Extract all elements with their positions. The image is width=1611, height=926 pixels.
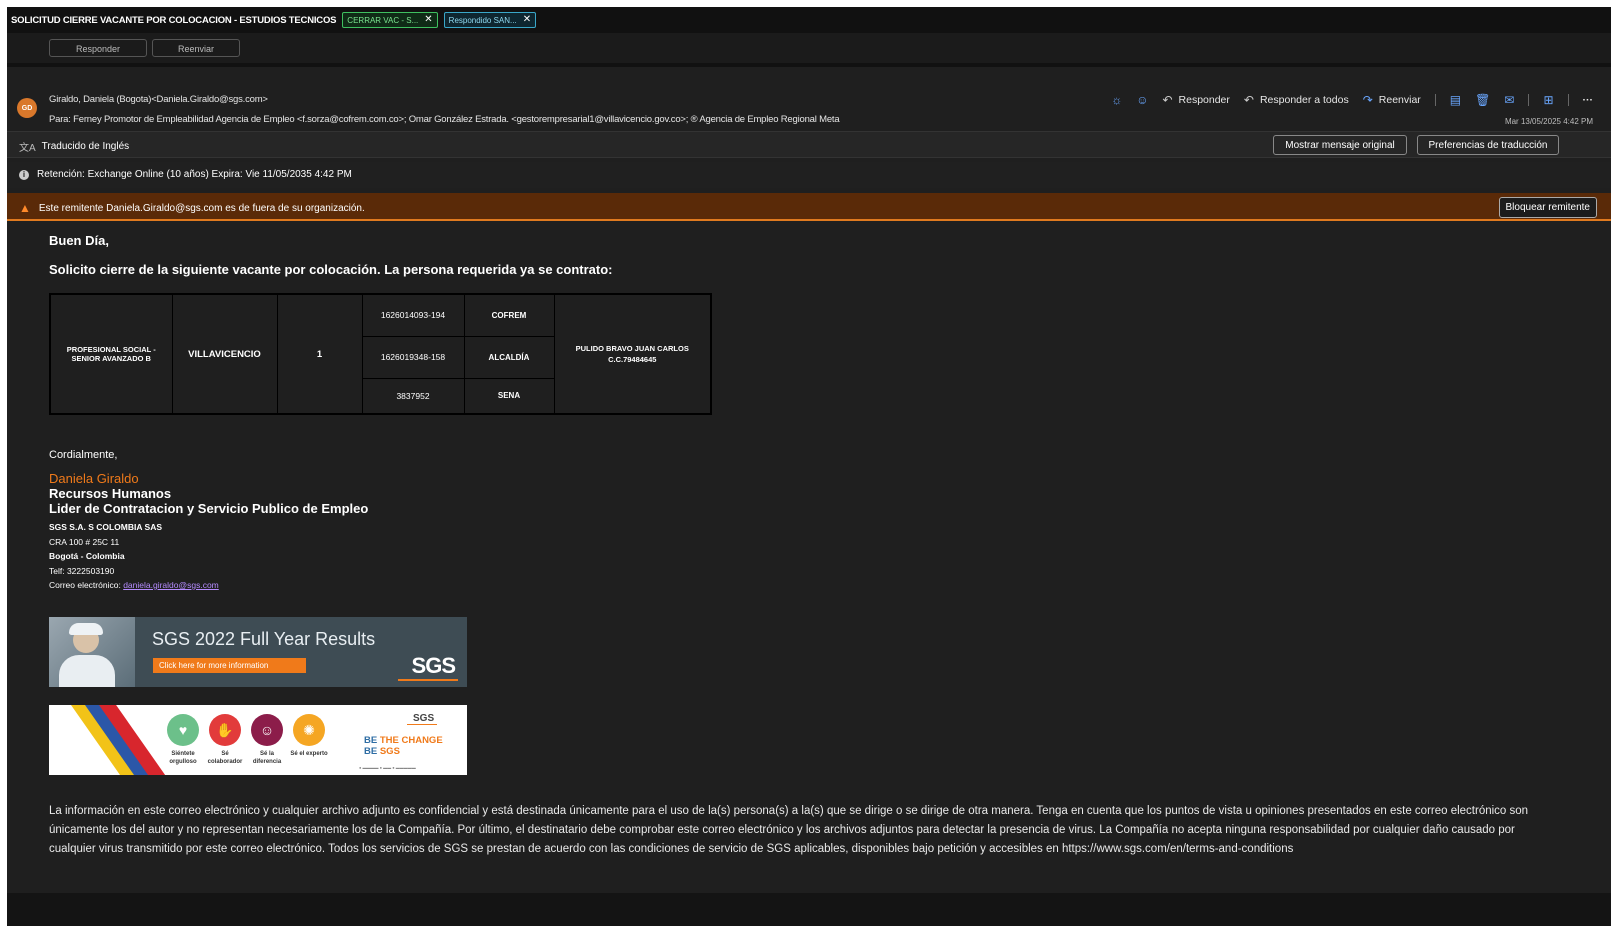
signature-role: Recursos Humanos Lider de Contratacion y… [49,486,368,516]
category-chip-cerrar[interactable]: CERRAR VAC - S... ✕ [342,12,438,28]
collaboration-icon: ✋ [209,714,241,746]
chip-label: CERRAR VAC - S... [347,15,419,25]
signature-details: SGS S.A. S COLOMBIA SAS CRA 100 # 25C 11… [49,520,219,593]
signature-dept: Recursos Humanos [49,486,172,501]
signature-name: Daniela Giraldo [49,471,139,486]
table-cell-person: PULIDO BRAVO JUAN CARLOS C.C.79484645 [553,293,712,415]
slogan: BE THE CHANGE BE SGS [364,735,443,757]
banner-cta-button[interactable]: Click here for more information [153,658,306,673]
table-cell-quantity: 1 [276,293,363,415]
value-label: Siéntete orgulloso [169,751,197,765]
sgs-logo-small: SGS [406,713,438,725]
values-banner[interactable]: ♥ ✋ ☺ ✺ Siéntete orgulloso Sé colaborado… [49,705,467,775]
person-name: PULIDO BRAVO JUAN CARLOS [575,344,689,353]
translation-label: Traducido de Inglés [41,141,130,152]
difference-icon: ☺ [251,714,283,746]
show-original-button[interactable]: Mostrar mensaje original [1273,135,1407,155]
value-label: Sé el experto [290,751,328,757]
table-cell-source: ALCALDÍA [463,335,555,379]
table-cell-code: 1626014093-194 [361,293,465,337]
external-sender-warning: ▲ Este remitente Daniela.Giraldo@sgs.com… [7,193,1611,221]
forward-button[interactable]: ↷ Reenviar [1363,93,1421,107]
greeting: Buen Día, [49,233,109,248]
expert-icon: ✺ [293,714,325,746]
signature-email-line: Correo electrónico: daniela.giraldo@sgs.… [49,580,219,590]
vacancy-table: PROFESIONAL SOCIAL - SENIOR AVANZADO B V… [49,293,712,415]
person-id: C.C.79484645 [608,355,657,364]
email-subject: SOLICITUD CIERRE VACANTE POR COLOCACION … [11,14,337,26]
reply-button[interactable]: ↶ Responder [1162,93,1229,107]
reply-button-partial[interactable]: Responder [49,39,147,57]
emoji-icon[interactable]: ☺ [1136,93,1148,107]
table-cell-code: 3837952 [361,377,465,415]
table-cell-source: COFREM [463,293,555,337]
divider [1528,94,1530,106]
translation-bar: 文A Traducido de Inglés Mostrar mensaje o… [7,131,1611,158]
disclaimer: La información en este correo electrónic… [49,805,1529,855]
calendar-icon[interactable]: ▤ [1450,93,1461,107]
signature-city: Bogotá - Colombia [49,551,125,561]
value-label: Sé colaborador [207,751,243,765]
more-icon[interactable]: ··· [1583,94,1594,106]
table-cell-source: SENA [463,377,555,415]
divider [1567,94,1569,106]
forward-icon: ↷ [1362,93,1373,107]
retention-bar: i Retención: Exchange Online (10 años) E… [7,162,1611,188]
signature-phone: Telf: 3222503190 [49,565,115,576]
close-icon[interactable]: ✕ [424,15,432,25]
intro-text: Solicito cierre de la siguiente vacante … [49,262,613,277]
sun-icon[interactable]: ☼ [1111,93,1122,107]
recipients[interactable]: Para: Ferney Promotor de Empleabilidad A… [49,114,840,125]
message-header: GD Giraldo, Daniela (Bogota)<Daniela.Gir… [7,81,1611,131]
results-banner[interactable]: SGS 2022 Full Year Results Click here fo… [49,617,467,687]
banner-footer-strip: ● ▬▬▬▬ ● ▬▬ ● ▬▬▬▬▬ [359,765,416,770]
sgs-logo: SGS [397,653,459,681]
envelope-icon[interactable]: ✉ [1504,93,1514,107]
warning-text: Este remitente Daniela.Giraldo@sgs.com e… [38,202,365,214]
avatar[interactable]: GD [17,98,37,118]
signature-company: SGS S.A. S COLOMBIA SAS [49,522,163,532]
category-chip-respondido[interactable]: Respondido SAN... ✕ [443,12,537,28]
divider [7,63,1611,67]
heart-hands-icon: ♥ [167,714,199,746]
email-link[interactable]: daniela.giraldo@sgs.com [123,580,219,590]
chip-label: Respondido SAN... [448,15,517,25]
previous-message-actions: Responder Reenviar [7,33,1611,65]
banner-title: SGS 2022 Full Year Results [152,629,376,649]
info-icon: i [19,169,29,180]
closing: Cordialmente, [49,449,118,461]
value-label: Sé la diferencia [252,751,282,765]
retention-text: Retención: Exchange Online (10 años) Exp… [37,169,352,180]
close-icon[interactable]: ✕ [523,15,531,25]
translation-preferences-button[interactable]: Preferencias de traducción [1417,135,1559,155]
grid-icon[interactable]: ⊞ [1543,93,1553,107]
email-reading-pane: SOLICITUD CIERRE VACANTE POR COLOCACION … [7,7,1611,926]
table-cell-city: VILLAVICENCIO [171,293,278,415]
translate-icon: 文A [19,143,36,154]
reply-all-icon: ↶ [1243,93,1254,107]
warning-icon: ▲ [19,201,31,215]
signature-title: Lider de Contratacion y Servicio Publico… [49,501,369,516]
table-cell-code: 1626019348-158 [361,335,465,379]
block-sender-button[interactable]: Bloquear remitente [1498,197,1597,218]
table-cell-position: PROFESIONAL SOCIAL - SENIOR AVANZADO B [49,293,173,415]
subject-bar: SOLICITUD CIERRE VACANTE POR COLOCACION … [7,7,1611,33]
sender[interactable]: Giraldo, Daniela (Bogota)<Daniela.Girald… [49,94,268,105]
signature-address: CRA 100 # 25C 11 [49,536,120,547]
bottom-bar [7,893,1611,926]
reply-all-button[interactable]: ↶ Responder a todos [1244,93,1349,107]
trash-icon[interactable]: 🗑 [1475,93,1490,107]
worker-photo [49,617,135,687]
divider [1434,94,1436,106]
reply-icon: ↶ [1162,93,1173,107]
message-date: Mar 13/05/2025 4:42 PM [1504,117,1593,126]
message-body: Buen Día, Solicito cierre de la siguient… [49,233,1589,855]
forward-button-partial[interactable]: Reenviar [152,39,240,57]
message-actions: ☼ ☺ ↶ Responder ↶ Responder a todos ↷ Reenv… [1111,93,1593,107]
